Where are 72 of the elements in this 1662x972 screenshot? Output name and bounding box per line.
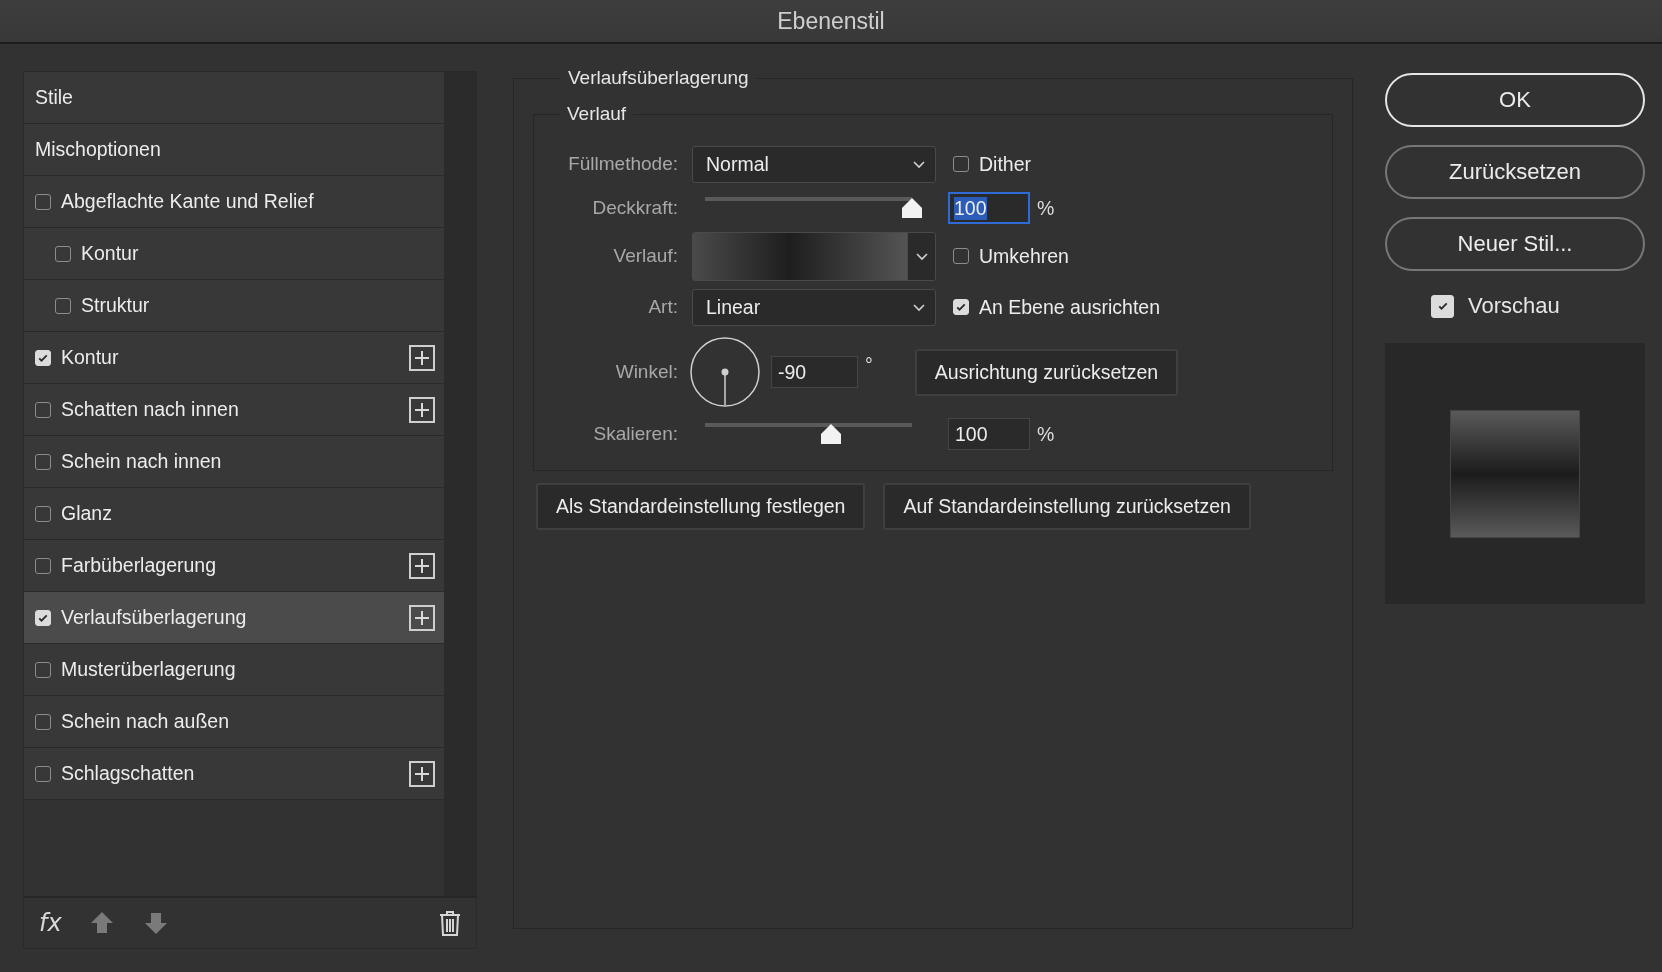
style-list-item[interactable]: Verlaufsüberlagerung [24, 592, 444, 644]
checkbox[interactable] [35, 401, 51, 418]
section-title: Verlaufsüberlagerung [567, 67, 750, 89]
style-list-item[interactable]: Kontur [24, 228, 444, 280]
field-label: Skalieren: [592, 423, 678, 445]
plus-icon [414, 765, 430, 782]
unit-label: ° [865, 354, 873, 377]
checkbox[interactable] [35, 193, 51, 210]
unit-label: % [1037, 422, 1055, 446]
style-list-item[interactable]: Schlagschatten [24, 748, 444, 800]
checkbox[interactable] [35, 505, 51, 522]
style-list-item[interactable]: Abgeflachte Kante und Relief [24, 176, 444, 228]
checkmark-icon [955, 301, 967, 313]
style-list-item[interactable]: Farbüberlagerung [24, 540, 444, 592]
unit-label: % [1037, 196, 1055, 220]
checkbox[interactable] [55, 245, 71, 262]
checkbox[interactable] [953, 156, 969, 172]
add-button[interactable] [409, 396, 435, 423]
add-button[interactable] [409, 604, 435, 631]
checkbox-label: An Ebene ausrichten [979, 295, 1161, 319]
checkbox[interactable] [35, 453, 51, 470]
style-list-item[interactable]: Schatten nach innen [24, 384, 444, 436]
move-down-icon[interactable] [143, 911, 168, 935]
checkmark-icon [1436, 300, 1449, 312]
new-style-button[interactable]: Neuer Stil... [1385, 217, 1645, 271]
add-button[interactable] [409, 760, 435, 787]
window-title: Ebenenstil [777, 7, 885, 35]
reset-alignment-button[interactable]: Ausrichtung zurücksetzen [914, 348, 1179, 396]
number-field[interactable]: 100 [948, 192, 1030, 224]
style-list-item[interactable]: Schein nach außen [24, 696, 444, 748]
add-button[interactable] [409, 344, 435, 371]
style-list-item[interactable]: Kontur [24, 332, 444, 384]
style-list-item[interactable]: Musterüberlagerung [24, 644, 444, 696]
checkbox[interactable] [35, 765, 51, 782]
field-label: Verlauf: [612, 245, 678, 267]
add-button[interactable] [409, 552, 435, 579]
field-label: Füllmethode: [567, 153, 678, 175]
checkbox[interactable] [953, 248, 969, 264]
default-settings-button[interactable]: Auf Standardeinstellung zurücksetzen [883, 483, 1251, 530]
ok-button[interactable]: OK [1385, 73, 1645, 127]
checkbox[interactable] [35, 661, 51, 678]
move-up-icon[interactable] [89, 911, 114, 935]
slider-thumb[interactable] [901, 197, 923, 219]
plus-icon [414, 557, 430, 574]
style-list-item[interactable]: Glanz [24, 488, 444, 540]
plus-icon [414, 349, 430, 366]
style-list-item[interactable]: Stile [24, 72, 444, 124]
group-title: Verlauf [566, 103, 628, 125]
number-field[interactable]: 100 [948, 418, 1030, 450]
style-list-item[interactable]: Struktur [24, 280, 444, 332]
dropdown[interactable]: Normal [692, 145, 936, 183]
checkbox-label: Umkehren [979, 244, 1069, 268]
checkbox-label: Vorschau [1468, 293, 1560, 319]
checkbox[interactable] [55, 297, 71, 314]
style-list-item[interactable]: Mischoptionen [24, 124, 444, 176]
checkbox[interactable] [35, 557, 51, 574]
plus-icon [414, 401, 430, 418]
dropdown[interactable]: Linear [692, 288, 936, 326]
number-field[interactable]: -90 [771, 356, 858, 388]
checkbox-label: Dither [979, 152, 1032, 176]
field-label: Deckkraft: [591, 197, 678, 219]
plus-icon [414, 609, 430, 626]
style-list-item[interactable]: Schein nach innen [24, 436, 444, 488]
angle-dial[interactable] [690, 337, 760, 407]
trash-icon[interactable] [439, 910, 461, 936]
field-label: Art: [647, 296, 678, 318]
fx-button[interactable]: fx [39, 909, 62, 937]
checkbox[interactable] [35, 713, 51, 730]
slider-thumb[interactable] [820, 423, 843, 445]
field-label: Winkel: [614, 361, 678, 383]
reset-button[interactable]: Zurücksetzen [1385, 145, 1645, 199]
default-settings-button[interactable]: Als Standardeinstellung festlegen [536, 483, 866, 530]
